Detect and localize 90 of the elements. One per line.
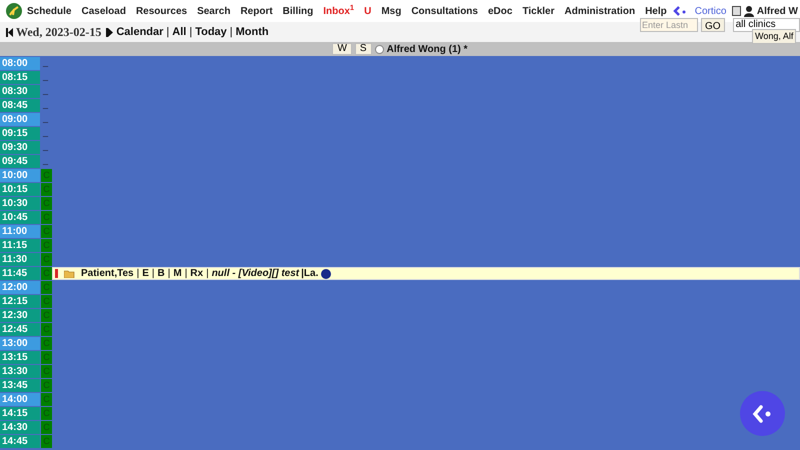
cortico-chat-button[interactable] [740,391,785,436]
time-slot[interactable]: 10:45 [0,211,40,224]
menu-item[interactable]: Help [645,4,667,18]
separator: | [166,24,170,40]
logo-icon[interactable] [6,3,22,19]
separator: | [189,24,192,40]
separator: | [184,267,188,281]
slot-link[interactable]: _ [43,85,52,98]
previous-day-icon[interactable] [6,28,13,36]
time-slot[interactable]: 13:00 [0,337,40,350]
calendar-nav-link[interactable]: Month [236,24,269,40]
time-slot[interactable]: 14:00 [0,393,40,406]
user-icon [744,6,754,16]
time-slot[interactable]: 11:00 [0,225,40,238]
radio-button[interactable] [374,44,384,54]
separator: | [136,267,140,281]
separator: | [206,267,209,281]
time-slot[interactable]: 12:00 [0,281,40,294]
slot-link[interactable]: _ [43,71,52,84]
slot-link[interactable]: _ [43,155,52,168]
time-slot[interactable]: 10:30 [0,197,40,210]
time-slot[interactable]: 14:30 [0,421,40,434]
next-day-icon[interactable] [106,28,114,36]
appointment-link[interactable]: Rx [190,266,204,281]
separator: | [230,24,233,40]
menu-item[interactable]: Search [197,4,230,18]
menu-item[interactable]: Caseload [81,4,126,18]
view-button[interactable]: W [332,43,352,55]
time-slot[interactable]: 08:00 [0,57,40,70]
time-slot[interactable]: 12:30 [0,309,40,322]
date-label: Wed, 2023-02-15 [16,24,102,41]
provider-button[interactable]: Wong, Alf [752,29,796,44]
menu-item[interactable]: Schedule [27,4,72,18]
menu-item[interactable]: Resources [136,4,188,18]
slot-link[interactable]: _ [43,99,52,112]
appointment-link[interactable]: E [142,266,149,281]
time-slot[interactable]: 09:15 [0,127,40,140]
time-slot[interactable]: 11:30 [0,253,40,266]
menu-item[interactable]: U [364,4,372,18]
user-name[interactable]: Alfred W [756,4,798,18]
separator: | [168,267,170,281]
slot-link[interactable]: _ [43,141,52,154]
appointment-link[interactable]: B [158,266,165,281]
time-slot[interactable]: 11:15 [0,239,40,252]
menu-item[interactable]: Administration [564,4,636,18]
calendar-icon[interactable] [732,6,741,16]
menu-item[interactable]: eDoc [488,4,512,18]
time-slot[interactable]: 12:45 [0,323,40,336]
lastname-search-field[interactable]: Enter Lastn [640,18,698,32]
slot-link[interactable]: _ [43,127,52,140]
time-slot[interactable]: 12:15 [0,295,40,308]
time-slot[interactable]: 14:15 [0,407,40,420]
separator: | [152,267,154,281]
appointment-note: null - [Video][] test [212,267,300,281]
provider-name: Alfred Wong (1) * [386,42,468,56]
time-slot[interactable]: 13:15 [0,351,40,364]
calendar-nav-link[interactable]: All [172,24,186,40]
menu-item[interactable]: Inbox$^{1}$ [323,4,354,18]
menu-item[interactable]: Billing [282,4,314,18]
time-slot[interactable]: 13:30 [0,365,40,378]
calendar-nav-link[interactable]: Today [195,24,227,40]
info-icon[interactable] [321,268,332,278]
slot-link[interactable]: _ [43,113,52,126]
appointment-text: |La. [301,267,318,281]
time-slot[interactable]: 10:15 [0,183,40,196]
appointment-bar[interactable]: Patient,Tes | E | B | M | Rx | null - [Video][] test |La. [52,267,800,280]
cortico-link[interactable]: Cortico [694,4,726,18]
go-button[interactable]: GO [701,18,725,32]
patient-name-link[interactable]: Patient,Tes [81,266,134,281]
time-slot[interactable]: 08:15 [0,71,40,84]
time-slot[interactable]: 09:00 [0,113,40,126]
slot-link[interactable]: _ [43,57,52,70]
cortico-logo-icon[interactable] [672,5,687,17]
appointment-link[interactable]: M [173,266,182,281]
menu-item[interactable]: Tickler [522,4,554,18]
calendar-nav-link[interactable]: Calendar [116,24,164,40]
time-slot[interactable]: 08:30 [0,85,40,98]
time-slot[interactable]: 09:30 [0,141,40,154]
time-slot[interactable]: 10:00 [0,169,40,182]
menu-item[interactable]: Msg [381,4,402,18]
menu-item[interactable]: Consultations [411,4,478,18]
cortico-logo-icon [752,404,774,424]
time-slot[interactable]: 09:45 [0,155,40,168]
menu-item[interactable]: Report [240,4,273,18]
folder-icon[interactable] [64,270,75,278]
time-slot[interactable]: 11:45 [0,267,40,280]
time-slot[interactable]: 14:45 [0,435,40,448]
time-slot[interactable]: 08:45 [0,99,40,112]
view-button[interactable]: S [354,43,372,55]
time-slot[interactable]: 13:45 [0,379,40,392]
